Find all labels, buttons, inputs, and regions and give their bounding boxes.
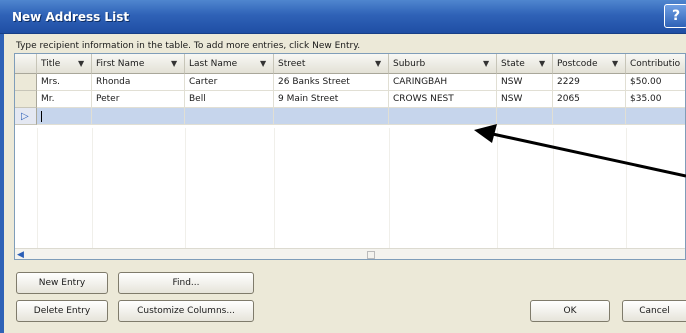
table-cell-state[interactable]	[497, 108, 553, 125]
table-cell-first-name[interactable]: Peter	[92, 91, 185, 108]
scroll-grip-icon[interactable]	[367, 251, 375, 259]
find-button[interactable]: Find...	[118, 272, 254, 294]
column-divider	[92, 128, 93, 248]
dropdown-arrow-icon[interactable]: ▼	[78, 54, 84, 73]
column-header-suburb[interactable]: Suburb ▼	[389, 54, 497, 74]
table-cell-postcode[interactable]: 2229	[553, 74, 626, 91]
horizontal-scrollbar[interactable]: ◀	[15, 248, 685, 259]
column-divider	[37, 128, 38, 248]
help-button[interactable]: ?	[664, 4, 686, 28]
table-cell-state[interactable]: NSW	[497, 74, 553, 91]
text-caret	[41, 111, 42, 122]
address-table[interactable]: Title ▼ First Name ▼ Last Name ▼ Street …	[14, 53, 686, 260]
column-header-contribution[interactable]: Contributio	[626, 54, 685, 74]
dropdown-arrow-icon[interactable]: ▼	[539, 54, 545, 73]
row-selector[interactable]	[15, 91, 37, 108]
table-cell-postcode[interactable]	[553, 108, 626, 125]
column-header-state[interactable]: State ▼	[497, 54, 553, 74]
delete-entry-button[interactable]: Delete Entry	[16, 300, 108, 322]
table-cell-suburb[interactable]	[389, 108, 497, 125]
column-divider	[185, 128, 186, 248]
new-entry-button[interactable]: New Entry	[16, 272, 108, 294]
dropdown-arrow-icon[interactable]: ▼	[260, 54, 266, 73]
table-cell-title[interactable]: Mrs.	[37, 74, 92, 91]
dropdown-arrow-icon[interactable]: ▼	[483, 54, 489, 73]
column-header-first-name[interactable]: First Name ▼	[92, 54, 185, 74]
row-selector[interactable]: ▷	[15, 108, 37, 125]
column-header-label: State	[501, 59, 525, 69]
table-cell-first-name[interactable]: Rhonda	[92, 74, 185, 91]
table-row[interactable]: Mrs. Rhonda Carter 26 Banks Street CARIN…	[15, 74, 685, 91]
ok-button[interactable]: OK	[530, 300, 610, 322]
row-selector[interactable]	[15, 74, 37, 91]
table-cell-state[interactable]: NSW	[497, 91, 553, 108]
customize-columns-button[interactable]: Customize Columns...	[118, 300, 254, 322]
table-cell-suburb[interactable]: CROWS NEST	[389, 91, 497, 108]
table-cell-suburb[interactable]: CARINGBAH	[389, 74, 497, 91]
column-header-label: Title	[41, 59, 61, 69]
new-entry-row[interactable]: ▷	[15, 108, 685, 125]
table-cell-contribution[interactable]: $35.00	[626, 91, 685, 108]
column-header-label: Postcode	[557, 59, 598, 69]
instruction-text: Type recipient information in the table.…	[16, 41, 361, 51]
column-header-title[interactable]: Title ▼	[37, 54, 92, 74]
table-cell-street[interactable]: 9 Main Street	[274, 91, 389, 108]
table-row[interactable]: Mr. Peter Bell 9 Main Street CROWS NEST …	[15, 91, 685, 108]
table-cell-contribution[interactable]	[626, 108, 685, 125]
column-header-street[interactable]: Street ▼	[274, 54, 389, 74]
table-cell-first-name[interactable]	[92, 108, 185, 125]
column-divider	[389, 128, 390, 248]
table-empty-area	[15, 128, 685, 248]
column-divider	[626, 128, 627, 248]
dialog-title-bar[interactable]: New Address List ?	[0, 0, 686, 34]
table-cell-last-name[interactable]: Bell	[185, 91, 274, 108]
row-selector-header	[15, 54, 37, 74]
column-divider	[497, 128, 498, 248]
table-cell-last-name[interactable]: Carter	[185, 74, 274, 91]
table-cell-title[interactable]	[37, 108, 92, 125]
current-row-pointer-icon: ▷	[21, 111, 29, 122]
dropdown-arrow-icon[interactable]: ▼	[171, 54, 177, 73]
table-cell-title[interactable]: Mr.	[37, 91, 92, 108]
table-cell-postcode[interactable]: 2065	[553, 91, 626, 108]
column-header-label: Suburb	[393, 59, 426, 69]
table-cell-street[interactable]: 26 Banks Street	[274, 74, 389, 91]
table-header-row: Title ▼ First Name ▼ Last Name ▼ Street …	[15, 54, 685, 74]
column-header-label: Contributio	[630, 59, 681, 69]
column-header-label: First Name	[96, 59, 145, 69]
table-cell-street[interactable]	[274, 108, 389, 125]
column-divider	[274, 128, 275, 248]
column-header-postcode[interactable]: Postcode ▼	[553, 54, 626, 74]
column-divider	[553, 128, 554, 248]
column-header-last-name[interactable]: Last Name ▼	[185, 54, 274, 74]
dropdown-arrow-icon[interactable]: ▼	[375, 54, 381, 73]
column-header-label: Last Name	[189, 59, 238, 69]
column-header-label: Street	[278, 59, 306, 69]
cancel-button[interactable]: Cancel	[622, 300, 686, 322]
table-cell-last-name[interactable]	[185, 108, 274, 125]
dropdown-arrow-icon[interactable]: ▼	[612, 54, 618, 73]
table-cell-contribution[interactable]: $50.00	[626, 74, 685, 91]
scroll-left-icon[interactable]: ◀	[17, 249, 24, 259]
dialog-title: New Address List	[12, 10, 130, 24]
